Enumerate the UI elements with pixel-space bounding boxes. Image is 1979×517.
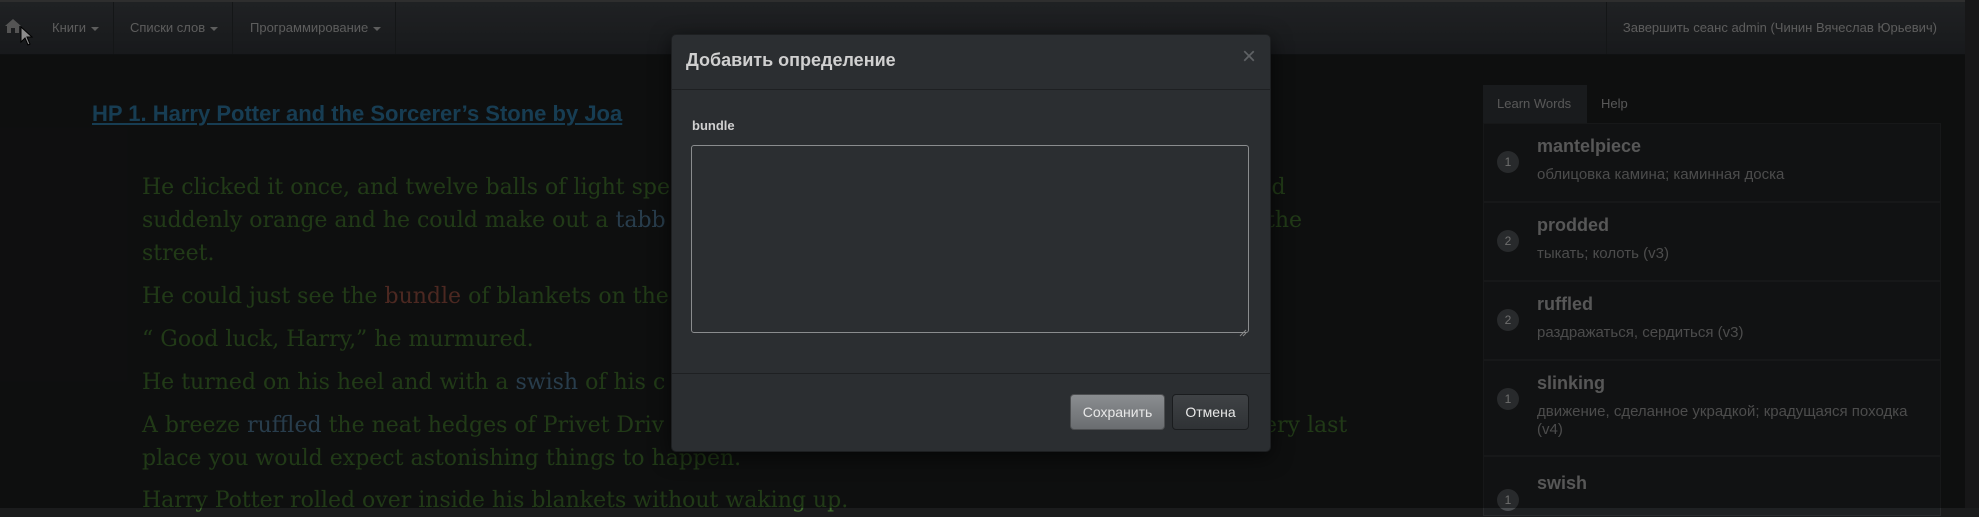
word-label: bundle: [692, 118, 735, 133]
resize-handle-icon[interactable]: [1239, 324, 1247, 337]
modal-footer: Сохранить Отмена: [672, 373, 1270, 452]
save-button[interactable]: Сохранить: [1070, 394, 1165, 430]
close-icon[interactable]: ×: [1242, 45, 1256, 69]
cancel-button[interactable]: Отмена: [1172, 394, 1249, 430]
add-definition-modal: Добавить определение × bundle Сохранить …: [671, 34, 1271, 452]
modal-title: Добавить определение: [686, 50, 896, 70]
modal-header: Добавить определение ×: [672, 35, 1270, 90]
definition-textarea[interactable]: [691, 145, 1249, 333]
